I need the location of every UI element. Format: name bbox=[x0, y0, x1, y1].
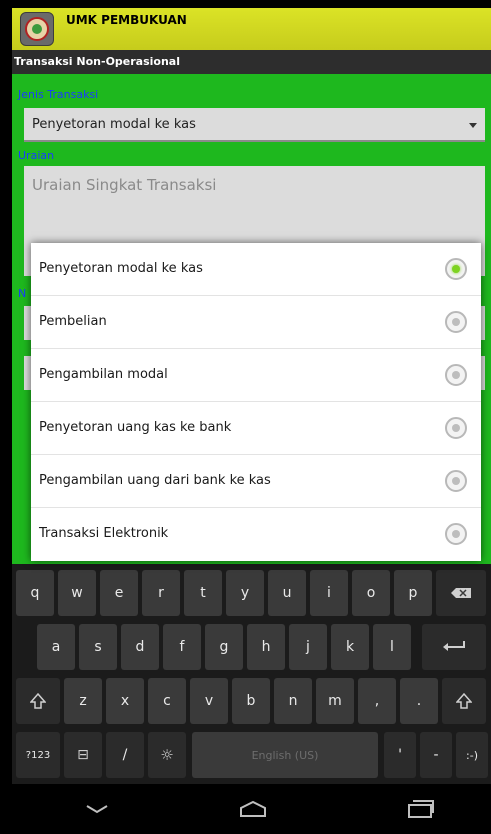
recents-button[interactable] bbox=[386, 784, 456, 834]
key-h[interactable]: h bbox=[247, 624, 285, 670]
key-l[interactable]: l bbox=[373, 624, 411, 670]
space-key[interactable]: English (US) bbox=[192, 732, 378, 778]
option-pengambilan-modal[interactable]: Pengambilan modal bbox=[31, 349, 481, 402]
app-title: UMK PEMBUKUAN bbox=[66, 13, 187, 27]
app-logo-icon[interactable] bbox=[20, 12, 54, 46]
settings-key[interactable]: ⊟ bbox=[64, 732, 102, 778]
key-n[interactable]: n bbox=[274, 678, 312, 724]
key-c[interactable]: c bbox=[148, 678, 186, 724]
jenis-transaksi-label: Jenis Transaksi bbox=[18, 88, 99, 101]
key-f[interactable]: f bbox=[163, 624, 201, 670]
key-e[interactable]: e bbox=[100, 570, 138, 616]
home-icon bbox=[240, 800, 266, 817]
soft-keyboard: q w e r t y u i o p a s d f g h j k l z … bbox=[12, 564, 491, 784]
radio-icon[interactable] bbox=[445, 417, 467, 439]
option-pembelian[interactable]: Pembelian bbox=[31, 296, 481, 349]
key-dash[interactable]: - bbox=[420, 732, 452, 778]
uraian-label: Uraian bbox=[18, 149, 55, 162]
key-w[interactable]: w bbox=[58, 570, 96, 616]
option-label: Pembelian bbox=[39, 314, 107, 329]
partial-field-label: N bbox=[18, 287, 27, 300]
key-slash[interactable]: / bbox=[106, 732, 144, 778]
option-transaksi-elektronik[interactable]: Transaksi Elektronik bbox=[31, 508, 481, 561]
key-k[interactable]: k bbox=[331, 624, 369, 670]
transaction-type-dialog: Penyetoran modal ke kas Pembelian Pengam… bbox=[31, 243, 481, 561]
key-s[interactable]: s bbox=[79, 624, 117, 670]
key-m[interactable]: m bbox=[316, 678, 354, 724]
key-a[interactable]: a bbox=[37, 624, 75, 670]
radio-icon[interactable] bbox=[445, 364, 467, 386]
key-x[interactable]: x bbox=[106, 678, 144, 724]
key-p[interactable]: p bbox=[394, 570, 432, 616]
key-y[interactable]: y bbox=[226, 570, 264, 616]
key-d[interactable]: d bbox=[121, 624, 159, 670]
key-g[interactable]: g bbox=[205, 624, 243, 670]
key-comma[interactable]: , bbox=[358, 678, 396, 724]
key-i[interactable]: i bbox=[310, 570, 348, 616]
option-penyetoran-modal[interactable]: Penyetoran modal ke kas bbox=[31, 243, 481, 296]
backspace-key[interactable] bbox=[436, 570, 486, 616]
key-o[interactable]: o bbox=[352, 570, 390, 616]
backspace-icon bbox=[451, 588, 471, 598]
key-r[interactable]: r bbox=[142, 570, 180, 616]
option-penyetoran-bank[interactable]: Penyetoran uang kas ke bank bbox=[31, 402, 481, 455]
shift-icon bbox=[456, 693, 472, 709]
enter-key[interactable] bbox=[422, 624, 486, 670]
key-q[interactable]: q bbox=[16, 570, 54, 616]
option-label: Penyetoran modal ke kas bbox=[39, 261, 203, 276]
globe-icon: ☼ bbox=[160, 746, 174, 764]
navigation-bar bbox=[0, 784, 491, 834]
jenis-transaksi-value: Penyetoran modal ke kas bbox=[32, 117, 196, 132]
key-period[interactable]: . bbox=[400, 678, 438, 724]
settings-icon: ⊟ bbox=[77, 747, 89, 763]
radio-icon[interactable] bbox=[445, 523, 467, 545]
action-bar: UMK PEMBUKUAN bbox=[12, 8, 491, 50]
jenis-transaksi-spinner[interactable]: Penyetoran modal ke kas bbox=[24, 108, 485, 142]
key-t[interactable]: t bbox=[184, 570, 222, 616]
key-u[interactable]: u bbox=[268, 570, 306, 616]
radio-selected-icon[interactable] bbox=[445, 258, 467, 280]
sub-header: Transaksi Non-Operasional bbox=[12, 50, 491, 74]
screen-title: Transaksi Non-Operasional bbox=[14, 55, 180, 68]
shift-key-left[interactable] bbox=[16, 678, 60, 724]
key-z[interactable]: z bbox=[64, 678, 102, 724]
radio-icon[interactable] bbox=[445, 311, 467, 333]
key-v[interactable]: v bbox=[190, 678, 228, 724]
option-label: Pengambilan modal bbox=[39, 367, 168, 382]
key-b[interactable]: b bbox=[232, 678, 270, 724]
option-label: Transaksi Elektronik bbox=[39, 526, 169, 541]
home-button[interactable] bbox=[218, 784, 288, 834]
symbols-key[interactable]: ?123 bbox=[16, 732, 60, 778]
shift-key-right[interactable] bbox=[442, 678, 486, 724]
option-label: Pengambilan uang dari bank ke kas bbox=[39, 473, 271, 488]
radio-icon[interactable] bbox=[445, 470, 467, 492]
key-apostrophe[interactable]: ' bbox=[384, 732, 416, 778]
smiley-key[interactable]: :-) bbox=[456, 732, 488, 778]
dropdown-arrow-icon bbox=[469, 123, 477, 128]
shift-icon bbox=[30, 693, 46, 709]
back-button[interactable] bbox=[62, 784, 132, 834]
language-key[interactable]: ☼ bbox=[148, 732, 186, 778]
recents-icon bbox=[408, 800, 434, 818]
option-pengambilan-bank[interactable]: Pengambilan uang dari bank ke kas bbox=[31, 455, 481, 508]
enter-icon bbox=[443, 641, 465, 651]
key-j[interactable]: j bbox=[289, 624, 327, 670]
uraian-placeholder: Uraian Singkat Transaksi bbox=[32, 176, 217, 194]
chevron-down-icon bbox=[86, 805, 108, 814]
option-label: Penyetoran uang kas ke bank bbox=[39, 420, 232, 435]
